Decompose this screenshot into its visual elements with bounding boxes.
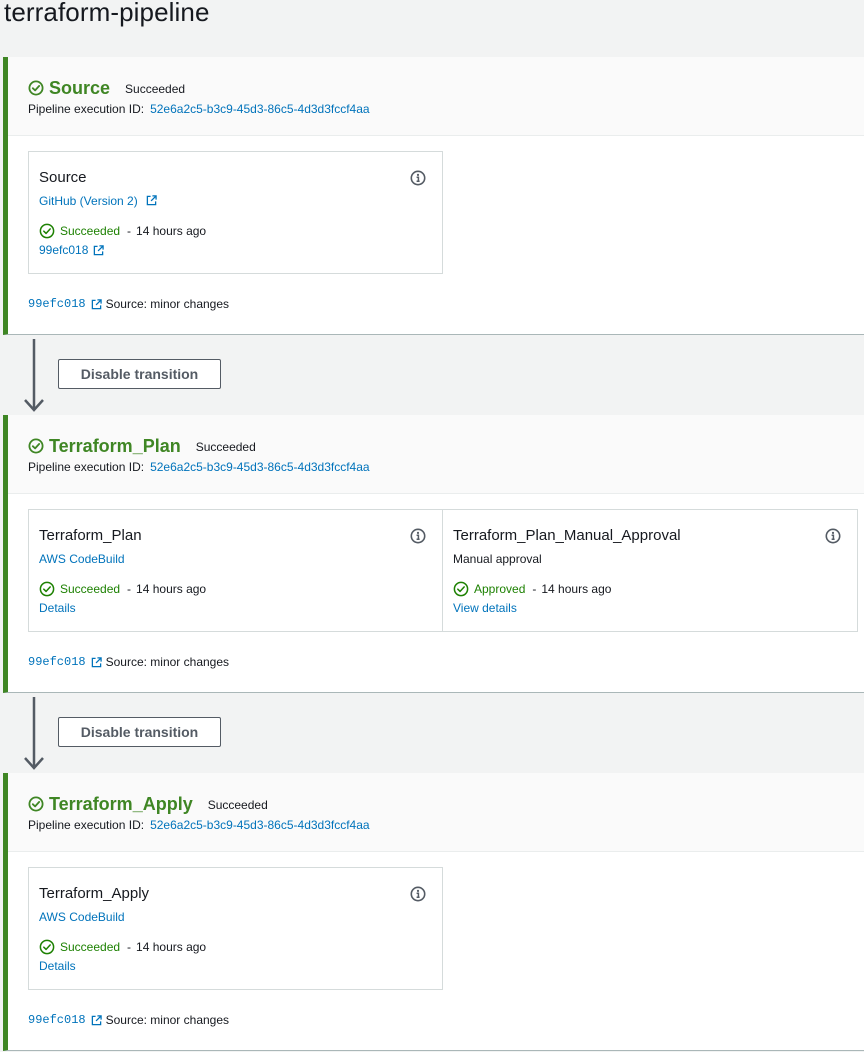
commit-message: Source: minor changes <box>105 297 230 311</box>
action-card-terraform-plan: Terraform_Plan AWS CodeBuild Succeeded -… <box>28 509 443 632</box>
execution-id-label: Pipeline execution ID: <box>28 460 145 474</box>
action-time: 14 hours ago <box>136 582 207 596</box>
commit-id-link[interactable]: 99efc018 <box>28 1013 86 1027</box>
separator: - <box>532 582 537 596</box>
commit-message: Source: minor changes <box>105 1013 230 1027</box>
details-link[interactable]: Details <box>39 959 76 973</box>
stage-header: Terraform_Plan Succeeded Pipeline execut… <box>8 415 864 494</box>
check-circle-icon <box>39 939 55 955</box>
check-circle-icon <box>28 80 44 96</box>
execution-id-link[interactable]: 52e6a2c5-b3c9-45d3-86c5-4d3d3fccf4aa <box>150 102 370 116</box>
info-icon[interactable] <box>410 886 426 902</box>
check-circle-icon <box>453 581 469 597</box>
stage-terraform-plan: Terraform_Plan Succeeded Pipeline execut… <box>3 415 864 693</box>
separator: - <box>127 940 132 954</box>
view-details-link[interactable]: View details <box>453 601 517 615</box>
stage-status: Succeeded <box>125 82 186 96</box>
check-circle-icon <box>39 581 55 597</box>
disable-transition-button[interactable]: Disable transition <box>58 359 221 389</box>
commit-link[interactable]: 99efc018 <box>39 243 88 257</box>
stage-source: Source Succeeded Pipeline execution ID: 5… <box>3 57 864 335</box>
action-status: Approved <box>474 582 526 596</box>
action-card-manual-approval: Terraform_Plan_Manual_Approval Manual ap… <box>443 509 858 632</box>
page-title: terraform-pipeline <box>4 0 210 27</box>
check-circle-icon <box>28 796 44 812</box>
check-circle-icon <box>39 223 55 239</box>
action-status: Succeeded <box>60 224 121 238</box>
info-icon[interactable] <box>825 528 841 544</box>
action-provider-link[interactable]: AWS CodeBuild <box>39 910 125 924</box>
action-card-source: Source GitHub (Version 2) Succeeded - 14… <box>28 151 443 274</box>
stage-status: Succeeded <box>195 440 256 454</box>
stage-transition: Disable transition <box>0 694 864 774</box>
action-card-terraform-apply: Terraform_Apply AWS CodeBuild Succeeded … <box>28 867 443 990</box>
action-name: Terraform_Apply <box>39 885 150 902</box>
stage-name[interactable]: Terraform_Apply <box>49 794 193 815</box>
execution-id-link[interactable]: 52e6a2c5-b3c9-45d3-86c5-4d3d3fccf4aa <box>150 818 370 832</box>
action-name: Source <box>39 169 87 186</box>
execution-id-label: Pipeline execution ID: <box>28 818 145 832</box>
action-provider: Manual approval <box>453 552 542 566</box>
disable-transition-button[interactable]: Disable transition <box>58 717 221 747</box>
details-link[interactable]: Details <box>39 601 76 615</box>
action-name: Terraform_Plan_Manual_Approval <box>453 527 681 544</box>
separator: - <box>127 224 132 238</box>
info-icon[interactable] <box>410 170 426 186</box>
execution-id-link[interactable]: 52e6a2c5-b3c9-45d3-86c5-4d3d3fccf4aa <box>150 460 370 474</box>
commit-id-link[interactable]: 99efc018 <box>28 297 86 311</box>
arrow-down-icon <box>24 697 44 770</box>
stage-transition: Disable transition <box>0 336 864 416</box>
check-circle-icon <box>28 438 44 454</box>
external-link-icon[interactable] <box>146 195 157 206</box>
arrow-down-icon <box>24 339 44 412</box>
external-link-icon[interactable] <box>91 656 102 668</box>
execution-id-label: Pipeline execution ID: <box>28 102 145 116</box>
commit-id-link[interactable]: 99efc018 <box>28 655 86 669</box>
external-link-icon[interactable] <box>93 244 105 256</box>
separator: - <box>127 582 132 596</box>
commit-message: Source: minor changes <box>105 655 230 669</box>
stage-header: Source Succeeded Pipeline execution ID: 5… <box>8 57 864 136</box>
action-provider-link[interactable]: GitHub (Version 2) <box>39 194 138 208</box>
action-status: Succeeded <box>60 582 121 596</box>
action-name: Terraform_Plan <box>39 527 142 544</box>
action-status: Succeeded <box>60 940 121 954</box>
stage-header: Terraform_Apply Succeeded Pipeline execu… <box>8 773 864 852</box>
external-link-icon[interactable] <box>91 1014 102 1026</box>
stage-name[interactable]: Terraform_Plan <box>49 436 181 457</box>
stage-terraform-apply: Terraform_Apply Succeeded Pipeline execu… <box>3 773 864 1051</box>
stage-name[interactable]: Source <box>49 78 110 99</box>
stage-status: Succeeded <box>207 798 268 812</box>
action-time: 14 hours ago <box>136 940 207 954</box>
external-link-icon[interactable] <box>91 298 102 310</box>
action-provider-link[interactable]: AWS CodeBuild <box>39 552 125 566</box>
action-time: 14 hours ago <box>136 224 207 238</box>
info-icon[interactable] <box>410 528 426 544</box>
action-time: 14 hours ago <box>541 582 612 596</box>
